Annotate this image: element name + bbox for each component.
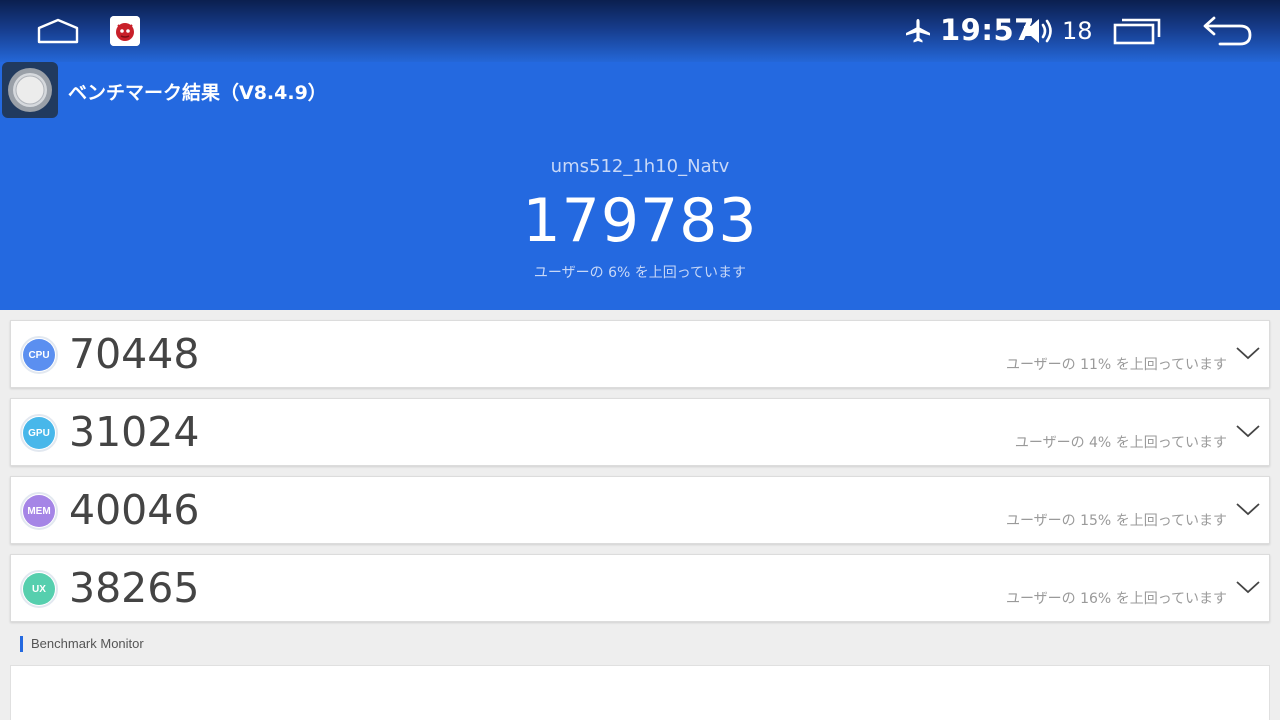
result-header: ベンチマーク結果（V8.4.9） ums512_1h10_Natv 179783…: [0, 62, 1280, 310]
ux-badge-label: UX: [23, 573, 55, 605]
home-icon[interactable]: [36, 16, 80, 46]
screen: 19:57 18 ベンチマーク結果（V8.4.9） ums512_1h10_Na…: [0, 0, 1280, 720]
cpu-badge-label: CPU: [23, 339, 55, 371]
total-score: 179783: [522, 186, 758, 256]
status-bar: 19:57 18: [0, 0, 1280, 62]
cpu-score: 70448: [69, 330, 200, 378]
airplane-mode-icon: [906, 19, 930, 43]
chevron-down-icon[interactable]: [1235, 345, 1261, 361]
ux-score-card[interactable]: UX 38265 ユーザーの 16% を上回っています: [10, 554, 1270, 622]
chevron-down-icon[interactable]: [1235, 423, 1261, 439]
device-name: ums512_1h10_Natv: [550, 156, 730, 177]
mem-score: 40046: [69, 486, 200, 534]
mem-score-card[interactable]: MEM 40046 ユーザーの 15% を上回っています: [10, 476, 1270, 544]
volume-icon: [1024, 19, 1052, 43]
gpu-badge-label: GPU: [23, 417, 55, 449]
ux-badge-icon: UX: [20, 570, 58, 608]
chevron-down-icon[interactable]: [1235, 579, 1261, 595]
back-icon[interactable]: [1200, 14, 1254, 48]
antutu-app-icon[interactable]: [110, 16, 140, 46]
mem-badge-label: MEM: [23, 495, 55, 527]
benchmark-app-icon: [2, 62, 58, 118]
volume-level: 18: [1062, 17, 1093, 45]
status-time: 19:57: [940, 13, 1035, 47]
benchmark-monitor-label: Benchmark Monitor: [20, 636, 144, 652]
recent-apps-icon[interactable]: [1112, 16, 1162, 46]
gpu-score-card[interactable]: GPU 31024 ユーザーの 4% を上回っています: [10, 398, 1270, 466]
gpu-percentile: ユーザーの 4% を上回っています: [1014, 435, 1227, 451]
ux-percentile: ユーザーの 16% を上回っています: [1005, 591, 1227, 607]
gpu-score: 31024: [69, 408, 200, 456]
mem-percentile: ユーザーの 15% を上回っています: [1005, 513, 1227, 529]
gpu-badge-icon: GPU: [20, 414, 58, 452]
total-percentile: ユーザーの 6% を上回っています: [533, 265, 747, 281]
ux-score: 38265: [69, 564, 200, 612]
cpu-percentile: ユーザーの 11% を上回っています: [1005, 357, 1227, 373]
cpu-score-card[interactable]: CPU 70448 ユーザーの 11% を上回っています: [10, 320, 1270, 388]
mem-badge-icon: MEM: [20, 492, 58, 530]
page-title: ベンチマーク結果（V8.4.9）: [68, 82, 327, 104]
cpu-badge-icon: CPU: [20, 336, 58, 374]
chevron-down-icon[interactable]: [1235, 501, 1261, 517]
benchmark-monitor-panel: [10, 665, 1270, 720]
